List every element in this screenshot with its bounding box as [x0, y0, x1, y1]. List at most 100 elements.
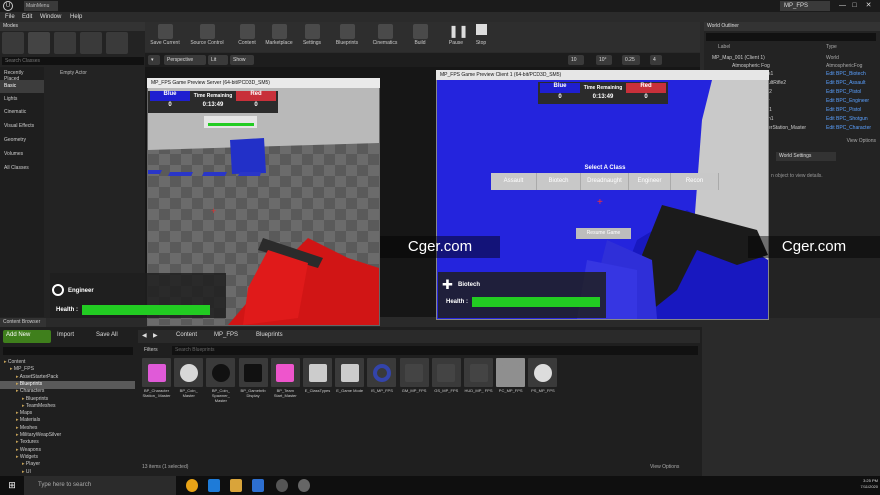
asset-tile[interactable]: BP_Team Start_Master: [270, 358, 300, 404]
stop-icon: [474, 24, 489, 39]
breadcrumb-mp-fps[interactable]: MP_FPS: [214, 332, 238, 342]
asset-tile[interactable]: GS_MP_FPS: [431, 358, 461, 404]
outliner-row[interactable]: MP_Map_001 (Client 1) World: [704, 55, 880, 63]
maximize-button[interactable]: □: [850, 1, 859, 11]
menu-edit[interactable]: Edit: [22, 12, 32, 22]
category-visual-effects[interactable]: Visual Effects: [0, 120, 44, 133]
category-all-classes[interactable]: All Classes: [0, 162, 44, 175]
save-current-button[interactable]: Save Current: [148, 22, 182, 52]
landscape-mode-icon[interactable]: [54, 32, 76, 54]
paint-mode-icon[interactable]: [28, 32, 50, 54]
clock-date: 7/11/2020: [860, 484, 879, 489]
clock[interactable]: 3:25 PM 7/11/2020: [838, 478, 879, 494]
resume-game-button[interactable]: Resume Game: [576, 228, 631, 239]
import-button[interactable]: Import: [55, 330, 91, 343]
empty-actor-item[interactable]: Empty Actor: [60, 70, 87, 76]
category-geometry[interactable]: Geometry: [0, 134, 44, 147]
asset-tile[interactable]: HUD_MP_ FPS: [464, 358, 493, 404]
add-new-button[interactable]: Add New: [3, 330, 51, 343]
asset-tile[interactable]: PS_MP_FPS: [528, 358, 558, 404]
breadcrumb-blueprints[interactable]: Blueprints: [256, 332, 283, 342]
edge-icon[interactable]: [208, 479, 220, 492]
class-dreadnaught-button[interactable]: Dreadnaught: [581, 173, 629, 190]
asset-tile[interactable]: BP_Character Station_ Master: [142, 358, 171, 404]
category-recently-placed[interactable]: Recently Placed: [0, 67, 44, 82]
close-button[interactable]: ✕: [864, 1, 873, 11]
view-options-button[interactable]: View Options: [650, 464, 679, 470]
world-settings-tab[interactable]: World Settings: [776, 152, 836, 161]
label-column-header[interactable]: Label: [718, 44, 730, 50]
category-volumes[interactable]: Volumes: [0, 148, 44, 161]
category-lights[interactable]: Lights: [0, 93, 44, 106]
perspective-button[interactable]: Perspective: [164, 55, 206, 65]
content-browser-tab[interactable]: Content Browser: [0, 318, 46, 327]
asset-tile[interactable]: PC_MP_FPS: [496, 358, 526, 404]
menu-file[interactable]: File: [5, 12, 15, 22]
asset-tile[interactable]: E_ClassTypes: [303, 358, 332, 404]
level-tab[interactable]: MainMenu: [24, 1, 58, 11]
mail-icon[interactable]: [252, 479, 264, 492]
asset-thumbnail: [174, 358, 204, 387]
save-all-button[interactable]: Save All: [94, 330, 134, 343]
forward-arrow-icon[interactable]: ▶: [153, 332, 163, 342]
menu-window[interactable]: Window: [40, 12, 61, 22]
build-button[interactable]: Build: [405, 22, 435, 52]
blueprints-button[interactable]: Blueprints: [330, 22, 364, 52]
foliage-mode-icon[interactable]: [80, 32, 102, 54]
place-mode-icon[interactable]: [2, 32, 24, 54]
asset-search-input[interactable]: Search Blueprints: [172, 346, 698, 355]
class-biotech-button[interactable]: Biotech: [537, 173, 581, 190]
breadcrumb-content[interactable]: Content: [176, 332, 197, 342]
folder-search-input[interactable]: [3, 347, 133, 355]
scale-snap-value[interactable]: 0.25: [622, 55, 640, 65]
show-button[interactable]: Show: [230, 55, 254, 65]
class-recon-button[interactable]: Recon: [671, 173, 719, 190]
overhead-health-bar: [208, 123, 254, 126]
category-cinematic[interactable]: Cinematic: [0, 106, 44, 119]
menu-help[interactable]: Help: [70, 12, 82, 22]
unreal-editor-icon[interactable]: [298, 479, 310, 492]
modes-search-input[interactable]: Search Classes: [2, 57, 144, 65]
settings-button[interactable]: Settings: [297, 22, 327, 52]
start-button[interactable]: ⊞: [0, 476, 24, 495]
content-button[interactable]: Content: [232, 22, 262, 52]
source-control-button[interactable]: Source Control: [186, 22, 228, 52]
lit-button[interactable]: Lit: [208, 55, 228, 65]
class-engineer-button[interactable]: Engineer: [629, 173, 671, 190]
type-column-header[interactable]: Type: [826, 44, 837, 50]
pause-button[interactable]: ❚❚ Pause: [442, 22, 470, 52]
outliner-view-options-button[interactable]: View Options: [780, 138, 876, 146]
viewport-options-icon[interactable]: ▾: [148, 55, 160, 65]
file-explorer-icon[interactable]: [230, 479, 242, 492]
server-blue-score: 0: [168, 102, 172, 108]
cinematics-button[interactable]: Cinematics: [368, 22, 402, 52]
minimize-button[interactable]: —: [838, 1, 847, 11]
camera-speed-value[interactable]: 4: [650, 55, 662, 65]
taskbar-search-input[interactable]: Type here to search: [24, 476, 176, 495]
asset-tile[interactable]: E_Game Mode: [335, 358, 365, 404]
filters-button[interactable]: Filters: [142, 346, 168, 355]
modes-panel-title: Modes: [0, 22, 145, 31]
outliner-search-input[interactable]: [706, 33, 876, 41]
add-new-label: Add New: [6, 332, 31, 338]
asset-tile[interactable]: BP_Gamebrib Display: [238, 358, 268, 404]
save-icon: [157, 24, 173, 39]
grid-snap-value[interactable]: 10: [568, 55, 584, 65]
rotation-snap-value[interactable]: 10°: [596, 55, 612, 65]
folder-label: Textures: [19, 439, 39, 446]
marketplace-button[interactable]: Marketplace: [262, 22, 296, 52]
geometry-mode-icon[interactable]: [106, 32, 128, 54]
hud-icon: [469, 363, 488, 382]
category-basic[interactable]: Basic: [0, 80, 44, 93]
back-arrow-icon[interactable]: ◀: [142, 332, 152, 342]
class-assault-button[interactable]: Assault: [491, 173, 537, 190]
folder-label: Blueprints: [19, 380, 43, 387]
chrome-icon[interactable]: [186, 479, 198, 492]
asset-tile[interactable]: GM_MP_FPS: [399, 358, 429, 404]
asset-tile[interactable]: BP_Coin_ Master: [174, 358, 204, 404]
asset-tile[interactable]: BP_Coin_ Spawner_ Master: [206, 358, 236, 404]
asset-tile[interactable]: IS_MP_FPS: [367, 358, 397, 404]
outliner-columns: Label Type: [704, 44, 880, 52]
stop-button[interactable]: Stop: [468, 22, 494, 52]
unreal-engine-icon[interactable]: [276, 479, 288, 492]
